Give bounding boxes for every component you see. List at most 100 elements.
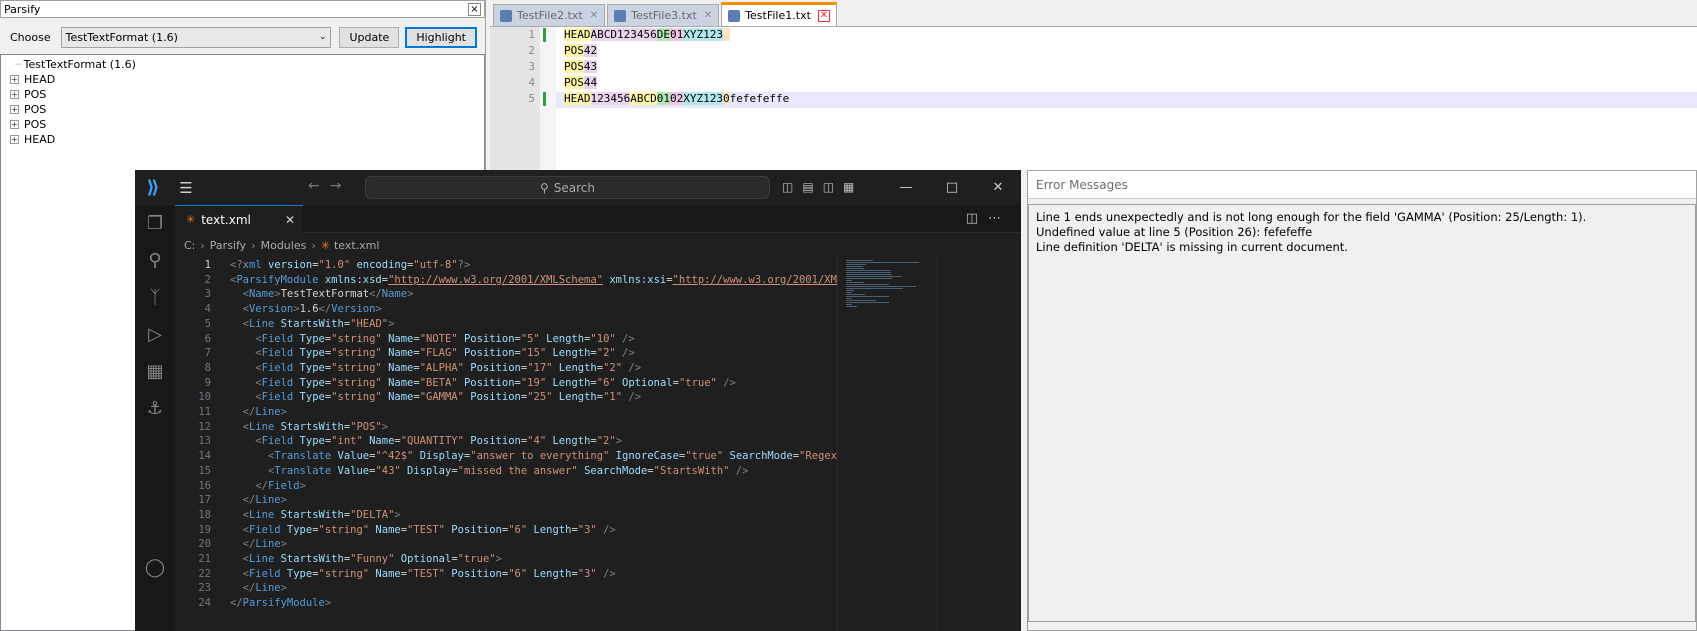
error-list: Line 1 ends unexpectedly and is not long…: [1028, 204, 1696, 622]
error-message[interactable]: Line definition 'DELTA' is missing in cu…: [1036, 240, 1688, 255]
command-search-box[interactable]: ⚲ Search: [365, 176, 770, 199]
split-editor-icon[interactable]: ◫: [966, 211, 988, 226]
breadcrumb-item[interactable]: Modules: [261, 239, 307, 252]
code-line-number: 13: [198, 435, 211, 448]
vertical-scrollbar[interactable]: [937, 256, 951, 631]
breadcrumb-item[interactable]: text.xml: [334, 239, 380, 252]
tree-item[interactable]: + POS: [10, 86, 46, 102]
code-token: "2": [596, 347, 616, 360]
tree-item[interactable]: + POS: [10, 116, 46, 132]
tree-item[interactable]: + HEAD: [10, 71, 55, 87]
tree-item[interactable]: + HEAD: [10, 131, 55, 147]
close-icon[interactable]: ×: [468, 2, 481, 16]
close-icon[interactable]: ✕: [817, 9, 830, 22]
code-line-number: 23: [198, 582, 211, 595]
minimap[interactable]: [837, 256, 937, 631]
close-window-icon[interactable]: ✕: [975, 170, 1021, 205]
tab-testfile1[interactable]: TestFile1.txt ✕: [721, 2, 837, 26]
code-token: <?: [230, 259, 243, 271]
code-token: "string": [331, 347, 382, 360]
customize-layout-icon[interactable]: ▦: [843, 180, 863, 194]
code-token: >: [299, 479, 306, 492]
expand-icon[interactable]: +: [10, 74, 19, 84]
code-token: StartsWith: [274, 508, 344, 521]
code-token: "QUANTITY": [400, 435, 464, 448]
expand-icon[interactable]: +: [10, 119, 19, 129]
minimap-line: [846, 266, 863, 267]
code-token: "true": [685, 450, 724, 463]
extensions-icon[interactable]: ▦: [135, 361, 175, 382]
back-arrow-icon[interactable]: ←: [308, 178, 330, 194]
choose-label: Choose: [10, 30, 51, 44]
code-token: Position: [463, 391, 521, 404]
minimap-line: [846, 296, 889, 297]
breadcrumb-item[interactable]: C:: [184, 239, 195, 252]
tree-item[interactable]: + POS: [10, 101, 46, 117]
maximize-icon[interactable]: □: [929, 170, 975, 205]
update-button[interactable]: Update: [339, 26, 400, 48]
code-token: "string": [331, 391, 382, 404]
segment: HEAD: [564, 92, 591, 105]
code-token: ?>: [457, 259, 471, 271]
code-token: />: [622, 361, 642, 374]
file-icon: [728, 9, 741, 22]
code-token: "6": [508, 567, 528, 580]
hamburger-menu-icon[interactable]: ☰: [171, 179, 201, 197]
minimap-line: [846, 276, 902, 277]
expand-icon[interactable]: +: [10, 134, 19, 144]
error-message[interactable]: Undefined value at line 5 (Position 26):…: [1036, 225, 1688, 240]
breadcrumb-item[interactable]: Parsify: [210, 239, 246, 252]
code-line-number: 19: [198, 523, 211, 536]
expand-icon[interactable]: +: [10, 104, 19, 114]
code-token: Position: [463, 361, 521, 374]
search-icon[interactable]: ⚲: [135, 250, 175, 271]
run-debug-icon[interactable]: ▷: [135, 324, 175, 345]
code-line: 2 <ParsifyModule xmlns:xsd="http://www.w3…: [175, 273, 837, 288]
minimap-line: [846, 272, 891, 273]
vscode-window: ⟫ ☰ ←→ ⚲ Search ◫▤◫▦ — □ ✕ ❐ ⚲ ᛉ ▷ ▦ ⚓ ◯ …: [135, 170, 1021, 631]
expand-icon[interactable]: +: [10, 89, 19, 99]
explorer-icon[interactable]: ❐: [135, 213, 175, 234]
tab-testfile2[interactable]: TestFile2.txt ✕: [493, 4, 606, 26]
account-icon[interactable]: ◯: [135, 557, 175, 578]
tab-testfile3[interactable]: TestFile3.txt ✕: [607, 4, 720, 26]
code-token: Field: [248, 523, 281, 536]
code-token: />: [596, 523, 616, 536]
toggle-secondary-sidebar-icon[interactable]: ◫: [823, 180, 843, 194]
tab-label: text.xml: [201, 212, 251, 227]
code-line: 10 <Field Type="string" Name="GAMMA" Pos…: [175, 390, 837, 405]
code-token: </: [230, 597, 243, 610]
search-icon: ⚲: [539, 180, 549, 195]
toggle-sidebar-icon[interactable]: ◫: [782, 180, 802, 194]
close-icon[interactable]: ✕: [285, 213, 295, 227]
format-select[interactable]: TestTextFormat (1.6) ⌄: [60, 26, 332, 48]
minimize-icon[interactable]: —: [883, 170, 929, 205]
close-icon[interactable]: ✕: [704, 10, 712, 21]
highlight-button[interactable]: Highlight: [405, 26, 477, 48]
code-token: />: [622, 391, 642, 404]
chevron-right-icon: ›: [311, 238, 316, 252]
source-control-icon[interactable]: ᛉ: [135, 287, 175, 308]
code-line-number: 1: [204, 259, 211, 271]
tree-root[interactable]: ┈ TestTextFormat (1.6): [15, 56, 136, 72]
code-token: ParsifyModule: [242, 597, 325, 610]
segment: 123456: [590, 92, 631, 105]
code-token: "6": [596, 376, 616, 389]
code-token: "string": [318, 523, 370, 536]
minimap-line: [846, 274, 892, 275]
line-number: 5: [528, 92, 535, 105]
more-actions-icon[interactable]: ⋯: [988, 211, 1011, 226]
error-message[interactable]: Line 1 ends unexpectedly and is not long…: [1036, 210, 1688, 225]
close-icon[interactable]: ✕: [590, 10, 598, 21]
forward-arrow-icon[interactable]: →: [330, 178, 352, 194]
toggle-panel-icon[interactable]: ▤: [802, 180, 822, 194]
editor-text-area[interactable]: 1 2 3 4 5 HEADABCD123456DE01XYZ123 POS42…: [490, 26, 1697, 170]
code-token: 1.6: [299, 303, 319, 316]
tab-text-xml[interactable]: ✳ text.xml ✕: [175, 205, 303, 233]
docker-icon[interactable]: ⚓: [135, 398, 175, 419]
code-editor[interactable]: 1 <?xml version="1.0" encoding="utf-8"?> 2…: [175, 256, 837, 631]
code-token: StartsWith: [274, 317, 344, 330]
